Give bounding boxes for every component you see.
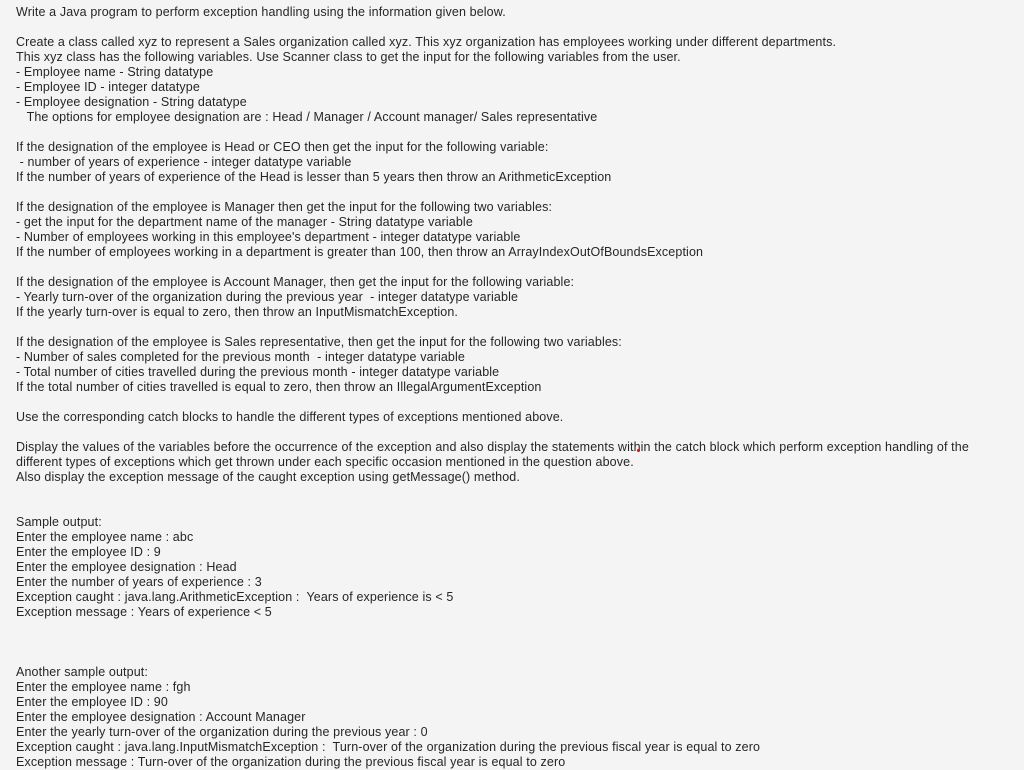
text-line: If the yearly turn-over is equal to zero… — [16, 305, 459, 319]
text-line: Display the values of the variables befo… — [16, 440, 969, 454]
text-line: - Number of employees working in this em… — [16, 230, 521, 244]
text-line: - Yearly turn-over of the organization d… — [16, 290, 519, 304]
text-line: If the designation of the employee is Ma… — [16, 200, 553, 214]
paragraph-sales-representative-rule: If the designation of the employee is Sa… — [16, 335, 1016, 395]
text-line: If the total number of cities travelled … — [16, 380, 542, 394]
text-line: - Employee designation - String datatype — [16, 95, 247, 109]
paragraph-class-description: Create a class called xyz to represent a… — [16, 35, 1016, 125]
text-line: If the number of employees working in a … — [16, 245, 704, 259]
text-line: Enter the employee ID : 9 — [16, 545, 161, 559]
text-line: Exception message : Years of experience … — [16, 605, 272, 619]
paragraph-intro: Write a Java program to perform exceptio… — [16, 5, 1016, 20]
text-line: - Employee ID - integer datatype — [16, 80, 200, 94]
assignment-page: Write a Java program to perform exceptio… — [0, 0, 1024, 769]
text-line: Exception caught : java.lang.ArithmeticE… — [16, 590, 454, 604]
paragraph-sample-output-two: Another sample output: Enter the employee… — [16, 665, 1016, 770]
text-line: Enter the number of years of experience … — [16, 575, 262, 589]
text-line: Enter the employee name : abc — [16, 530, 194, 544]
text-line: Create a class called xyz to represent a… — [16, 35, 837, 49]
paragraph-catch-blocks-instruction: Use the corresponding catch blocks to ha… — [16, 410, 1016, 425]
text-line: Enter the employee ID : 90 — [16, 695, 168, 709]
text-line: - Total number of cities travelled durin… — [16, 365, 500, 379]
text-line: - Number of sales completed for the prev… — [16, 350, 465, 364]
text-line: Enter the employee designation : Account… — [16, 710, 306, 724]
text-line: Enter the employee name : fgh — [16, 680, 191, 694]
text-line: - get the input for the department name … — [16, 215, 473, 229]
assignment-text-body: Write a Java program to perform exceptio… — [16, 5, 1016, 770]
text-line: If the designation of the employee is He… — [16, 140, 549, 154]
paragraph-sample-output-one: Sample output: Enter the employee name : … — [16, 515, 1016, 620]
text-line: Exception caught : java.lang.InputMismat… — [16, 740, 761, 754]
paragraph-manager-rule: If the designation of the employee is Ma… — [16, 200, 1016, 260]
text-line: If the number of years of experience of … — [16, 170, 612, 184]
paragraph-account-manager-rule: If the designation of the employee is Ac… — [16, 275, 1016, 320]
text-line: - Employee name - String datatype — [16, 65, 214, 79]
text-line: - number of years of experience - intege… — [16, 155, 352, 169]
paragraph-head-rule: If the designation of the employee is He… — [16, 140, 1016, 185]
text-line: Exception message : Turn-over of the org… — [16, 755, 566, 769]
text-line: Enter the employee designation : Head — [16, 560, 237, 574]
text-line: Enter the yearly turn-over of the organi… — [16, 725, 428, 739]
text-line: Use the corresponding catch blocks to ha… — [16, 410, 564, 424]
text-line: This xyz class has the following variabl… — [16, 50, 681, 64]
text-line: If the designation of the employee is Ac… — [16, 275, 575, 289]
text-line: Write a Java program to perform exceptio… — [16, 5, 506, 19]
text-line: Another sample output: — [16, 665, 148, 679]
text-line: different types of exceptions which get … — [16, 455, 634, 469]
text-line: Also display the exception message of th… — [16, 470, 520, 484]
paragraph-display-instruction: Display the values of the variables befo… — [16, 440, 1016, 485]
text-line: The options for employee designation are… — [16, 110, 598, 124]
red-dot-marker — [637, 449, 640, 452]
text-line: If the designation of the employee is Sa… — [16, 335, 622, 349]
text-line: Sample output: — [16, 515, 102, 529]
